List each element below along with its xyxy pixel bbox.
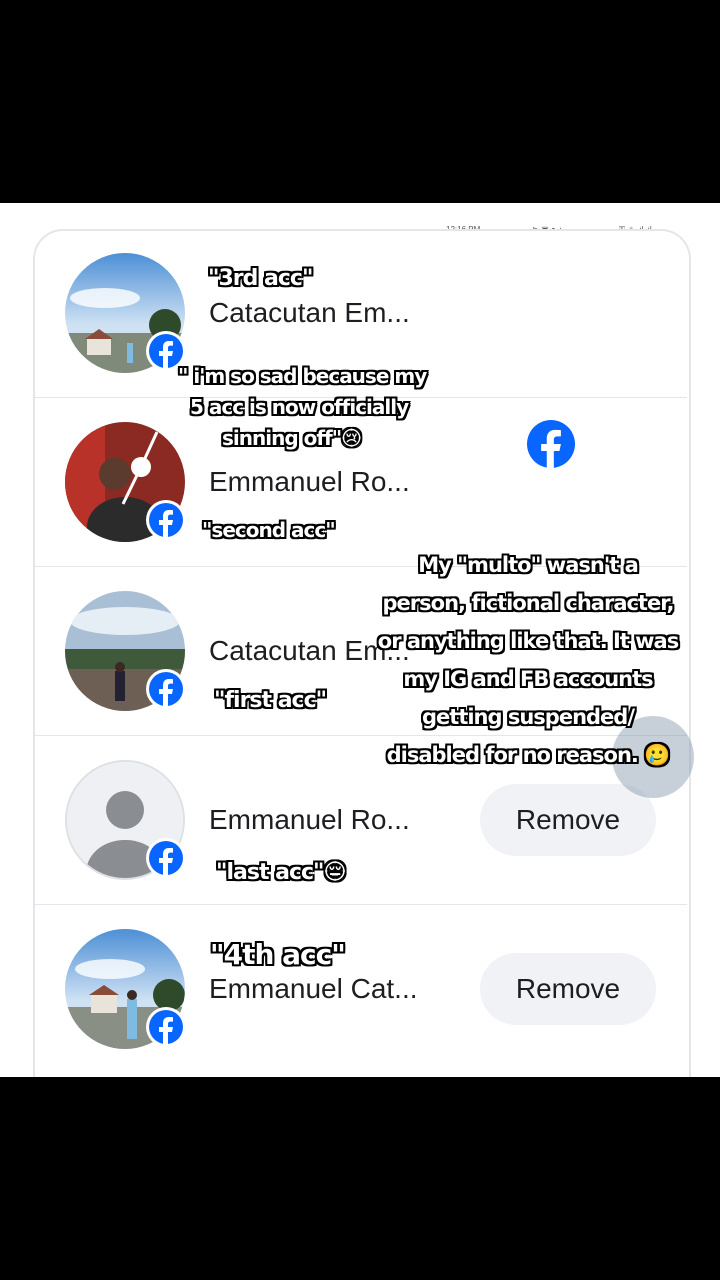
caption-sad-line3: sinning off"😢 [222,426,362,450]
story-line: getting suspended/ [422,705,635,729]
caption-second-acc: "second acc" [202,518,336,542]
story-caption: My "multo" wasn't a person, fictional ch… [368,546,688,774]
facebook-icon [146,1007,186,1047]
caption-sad-line1: " i'm so sad because my [178,364,427,388]
account-name: Catacutan Em... [209,297,410,328]
account-name: Emmanuel Cat... [209,973,418,1004]
account-row[interactable]: Emmanuel Ro... [35,398,687,567]
account-name: Emmanuel Ro... [209,804,410,835]
story-line: My "multo" wasn't a [418,553,639,577]
story-line: or anything like that. It was [377,629,679,653]
caption-first-acc: "first acc" [214,688,327,713]
facebook-icon [146,669,186,709]
caption-last-acc: "last acc"😔 [216,860,346,885]
facebook-logo-icon [527,420,575,468]
story-line: person, fictional character, [382,591,675,615]
story-line: my IG and FB accounts [403,667,653,691]
bottom-band [0,1077,720,1280]
facebook-icon [146,838,186,878]
story-line: disabled for no reason. 🥲 [386,743,671,767]
facebook-icon [146,500,186,540]
caption-sad-line2: 5 acc is now officially [190,395,409,419]
account-name: Emmanuel Ro... [209,466,410,497]
account-row[interactable]: Emmanuel Cat... Remove [35,905,687,1073]
caption-fourth-acc: "4th acc" [210,938,346,971]
remove-button[interactable]: Remove [480,953,656,1025]
remove-button[interactable]: Remove [480,784,656,856]
caption-third-acc: "3rd acc" [208,266,313,291]
